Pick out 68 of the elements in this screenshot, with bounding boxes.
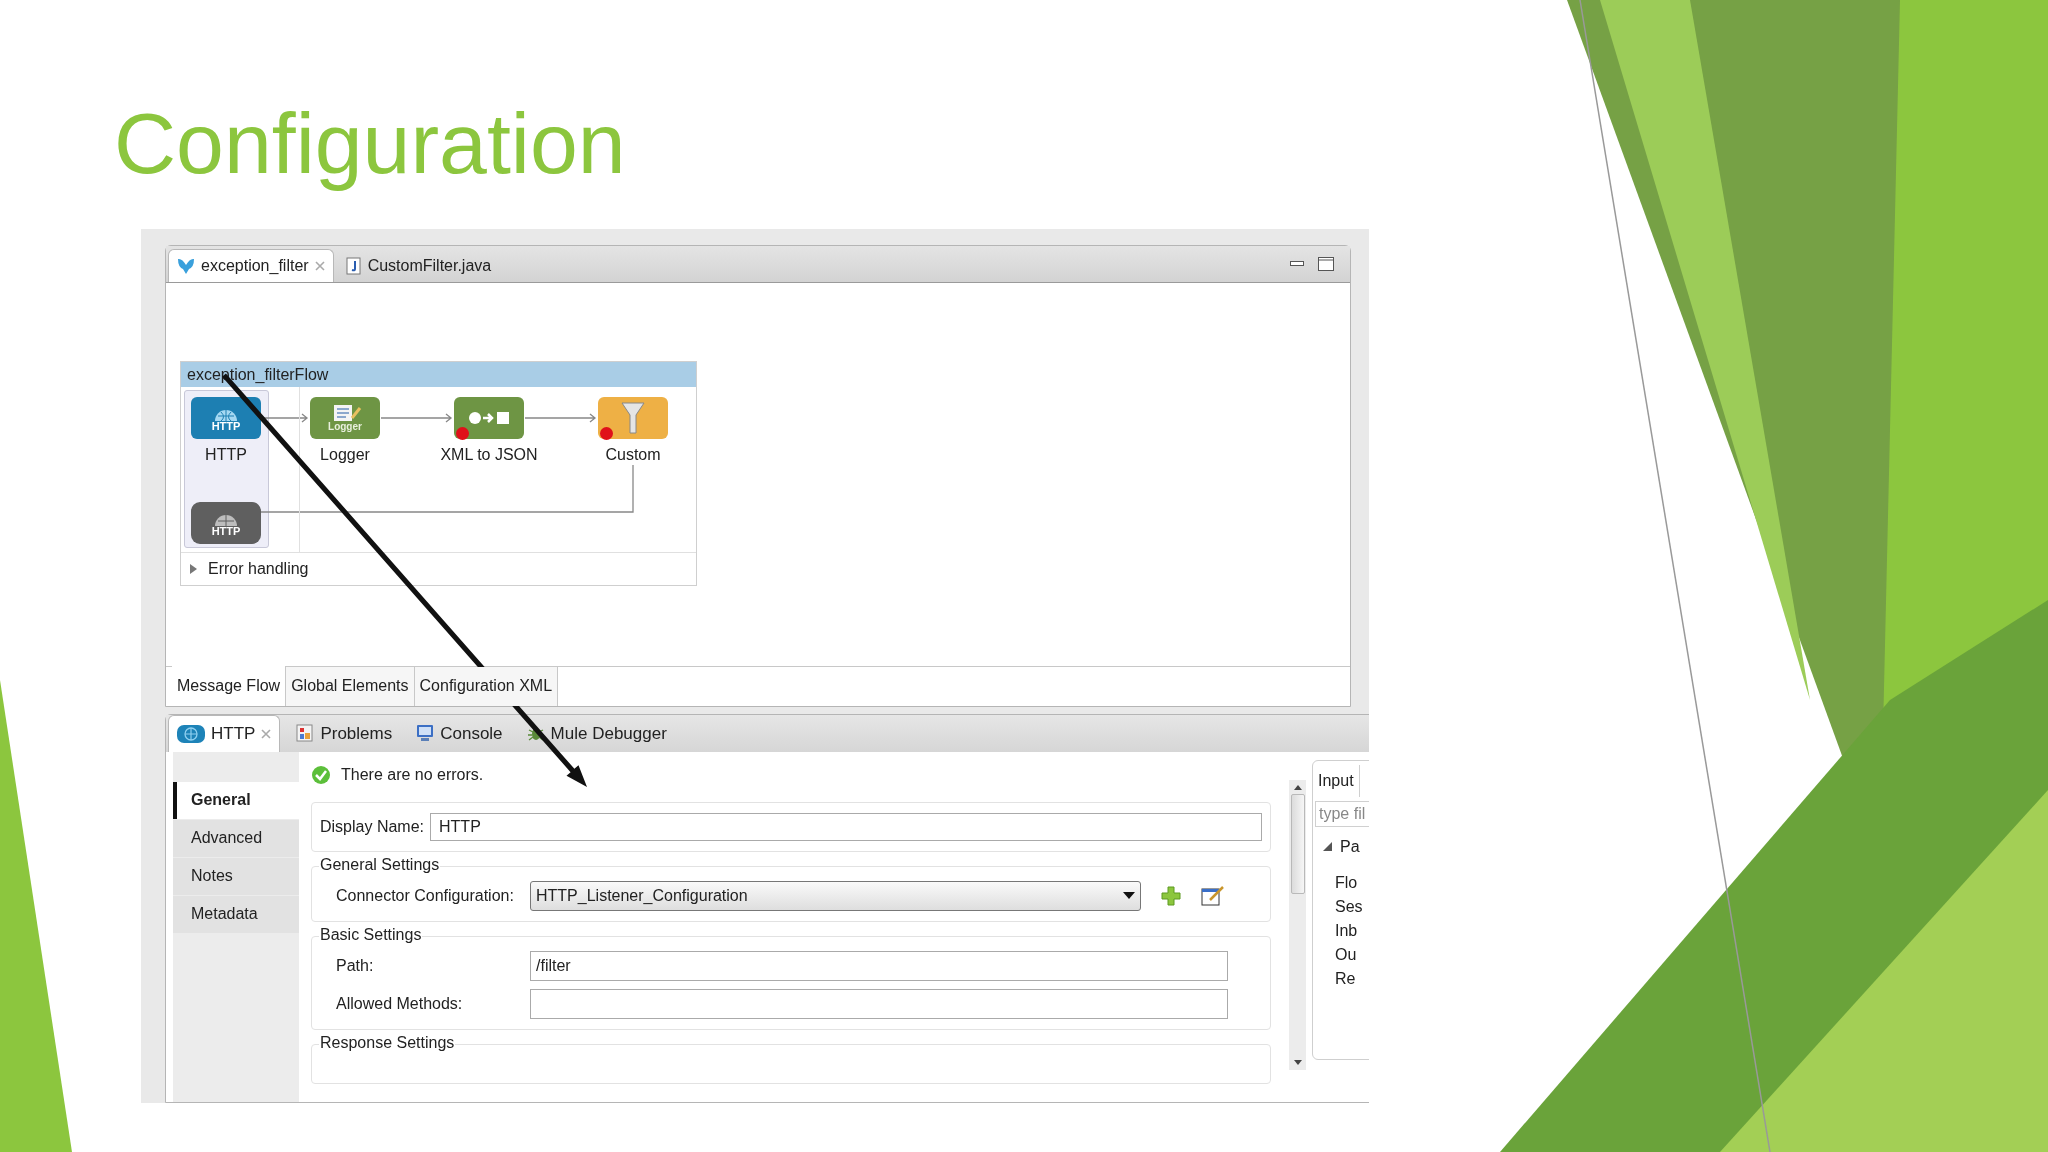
tree-item[interactable]: Ou	[1335, 942, 1357, 967]
tab-label: Mule Debugger	[550, 722, 667, 745]
node-icon[interactable]	[598, 397, 668, 439]
tab-label: CustomFilter.java	[367, 255, 492, 276]
select-field[interactable]: HTTP_Listener_Configuration	[530, 880, 1141, 911]
tab[interactable]: exception_filter	[168, 249, 334, 282]
field-label: Connector Configuration:	[335, 885, 515, 906]
close-icon[interactable]	[314, 261, 325, 271]
nav-item[interactable]: Metadata	[173, 895, 299, 933]
tab[interactable]: HTTP	[168, 714, 281, 752]
funnel-icon	[621, 401, 645, 435]
close-icon[interactable]	[261, 728, 272, 739]
node-label: Custom	[604, 445, 662, 465]
node-label: XML to JSON	[439, 445, 539, 465]
tab-label: HTTP	[211, 723, 256, 746]
connector-arrow	[262, 413, 309, 423]
tab-label: exception_filter	[201, 256, 309, 276]
butterfly-icon	[177, 257, 195, 275]
tab[interactable]: CustomFilter.java	[337, 249, 500, 282]
problems-icon	[296, 724, 315, 743]
view-tab[interactable]: Configuration XML	[414, 666, 559, 706]
icon-text: HTTP	[211, 420, 241, 432]
success-check-icon	[311, 764, 331, 785]
node-icon[interactable]	[454, 397, 524, 439]
node-icon[interactable]: HTTP	[191, 397, 261, 439]
globe-icon	[177, 724, 205, 743]
nav-item[interactable]: Advanced	[173, 819, 299, 857]
text-field[interactable]: /filter	[530, 950, 1228, 981]
transform-icon	[467, 410, 511, 426]
tree-item[interactable]: Re	[1335, 966, 1356, 991]
tree-item[interactable]: Inb	[1335, 918, 1358, 943]
view-tab[interactable]: Message Flow	[172, 665, 287, 706]
expand-triangle-icon[interactable]	[189, 564, 198, 574]
tab[interactable]: Problems	[288, 714, 401, 752]
section-label[interactable]: Error handling	[208, 557, 309, 581]
status-message: There are no errors.	[341, 764, 484, 785]
maximize-icon[interactable]	[1318, 257, 1334, 271]
plus-icon[interactable]	[1161, 885, 1181, 906]
edit-icon[interactable]	[1201, 884, 1225, 907]
dropdown-arrow-icon	[1123, 892, 1135, 900]
text-field[interactable]: HTTP	[430, 812, 1262, 841]
scrollbar[interactable]	[1289, 779, 1306, 1070]
icon-text: HTTP	[211, 525, 241, 537]
tree-item[interactable]: Pa	[1340, 834, 1360, 859]
tab[interactable]: Console	[408, 714, 511, 752]
slide-title: Configuration	[114, 100, 627, 193]
expand-triangle-icon[interactable]	[1323, 842, 1332, 852]
node-label: Logger	[319, 445, 371, 465]
monitor-icon	[416, 724, 435, 743]
field-label: Display Name:	[320, 816, 425, 837]
field-label: Path:	[335, 955, 375, 976]
scroll-thumb[interactable]	[1290, 793, 1305, 894]
nav-item[interactable]: Notes	[173, 857, 299, 895]
tab[interactable]: Input	[1313, 764, 1360, 797]
node-label: HTTP	[204, 445, 248, 465]
minimize-icon[interactable]	[1290, 261, 1304, 267]
field-label: Allowed Methods:	[335, 993, 464, 1014]
view-tab[interactable]: Global Elements	[286, 666, 415, 706]
node-icon[interactable]: HTTP	[191, 502, 261, 544]
tab-label: Problems	[320, 722, 393, 745]
tree-item[interactable]: Flo	[1335, 870, 1358, 895]
file-icon	[345, 256, 362, 275]
tree-item[interactable]: Ses	[1335, 894, 1363, 919]
tab-label: Console	[440, 722, 503, 745]
search-field[interactable]: type fil	[1315, 800, 1369, 827]
nav-item[interactable]: General	[173, 781, 299, 819]
text-field[interactable]	[530, 988, 1228, 1019]
icon-text: Logger	[328, 422, 362, 432]
